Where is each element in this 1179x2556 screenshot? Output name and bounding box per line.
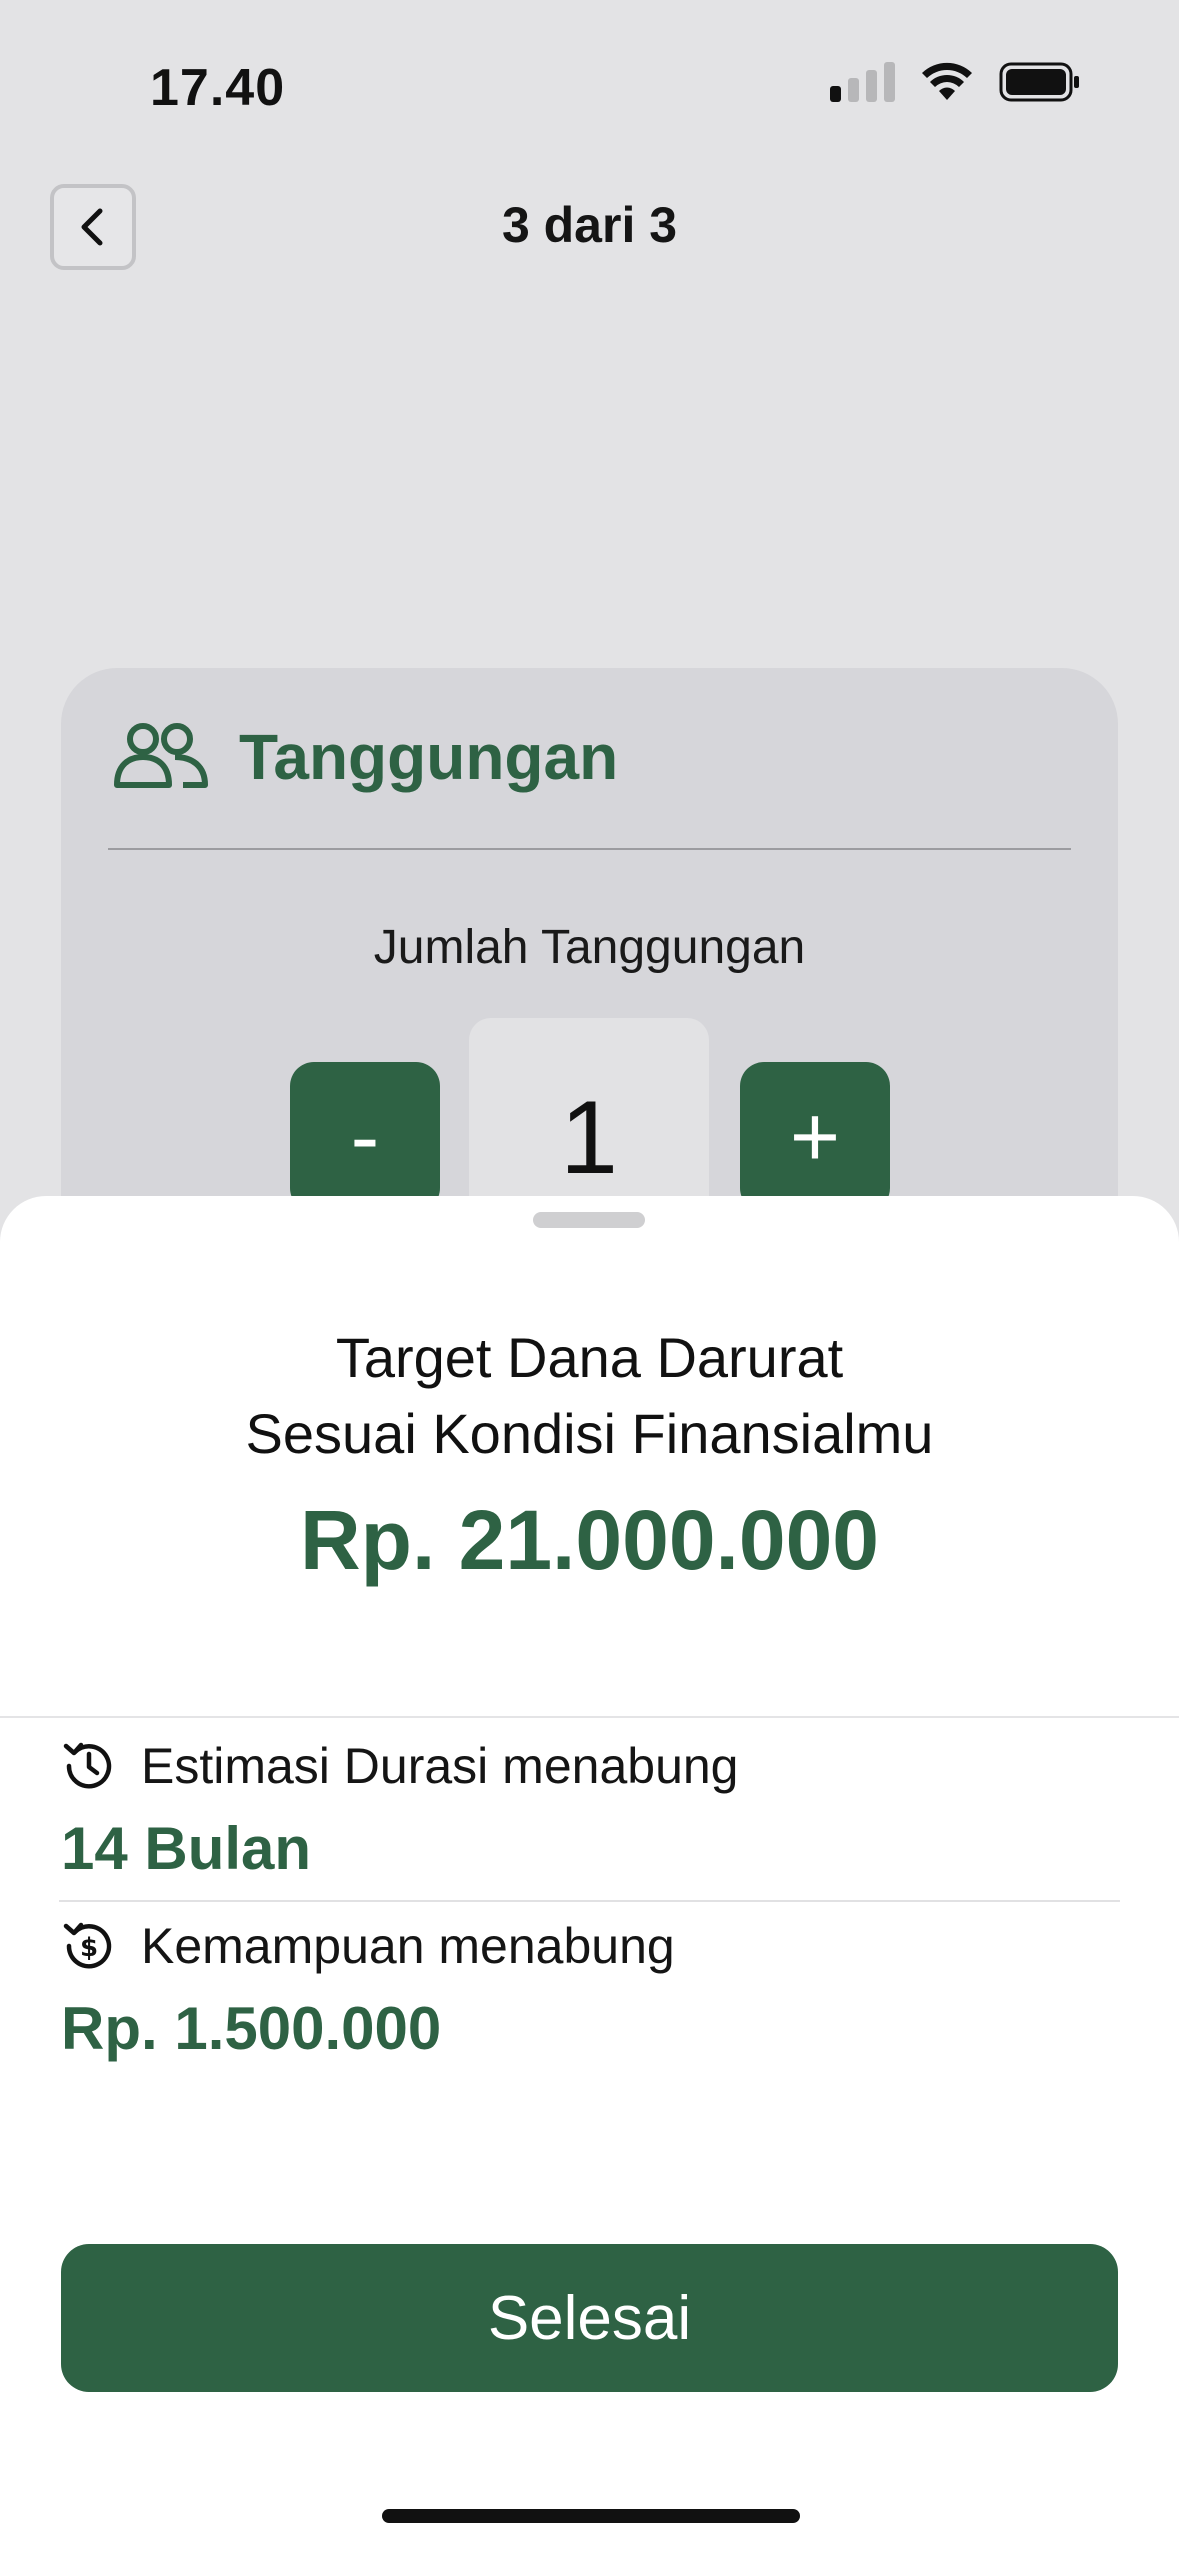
duration-label: Estimasi Durasi menabung: [141, 1738, 739, 1794]
status-time: 17.40: [150, 59, 286, 117]
sheet-heading-line1: Target Dana Darurat: [335, 1326, 844, 1389]
row-divider: [59, 1900, 1120, 1902]
home-indicator: [382, 2509, 800, 2523]
history-clock-icon: [63, 1742, 112, 1789]
wifi-icon: [922, 62, 972, 100]
svg-text:$: $: [80, 1933, 98, 1963]
status-icons: [830, 62, 1081, 102]
card-header: Tanggungan: [113, 720, 618, 794]
step-title: 3 dari 3: [501, 197, 678, 253]
people-icon: [114, 723, 208, 788]
sheet-heading-line2: Sesuai Kondisi Finansialmu: [245, 1402, 934, 1465]
screen: 17.40 3 dari 3 Tanggungan Jumlah Tanggun…: [0, 0, 1179, 2556]
finish-button[interactable]: Selesai: [61, 2244, 1118, 2392]
decrement-button[interactable]: -: [290, 1062, 440, 1212]
cellular-signal-icon: [830, 62, 895, 102]
ability-value: Rp. 1.500.000: [61, 1995, 442, 2062]
money-cycle-icon: $: [63, 1922, 112, 1969]
result-sheet: Target Dana Darurat Sesuai Kondisi Finan…: [0, 1196, 1179, 2556]
target-amount: Rp. 21.000.000: [299, 1493, 880, 1587]
sheet-heading: Target Dana Darurat Sesuai Kondisi Finan…: [0, 1320, 1179, 1472]
battery-icon: [999, 62, 1079, 102]
duration-row: Estimasi Durasi menabung: [59, 1736, 739, 1796]
card-title: Tanggungan: [239, 721, 619, 793]
card-divider: [108, 848, 1071, 850]
dependents-count-label: Jumlah Tanggungan: [373, 921, 806, 974]
duration-value: 14 Bulan: [61, 1815, 312, 1882]
sheet-divider: [0, 1716, 1179, 1718]
ability-label: Kemampuan menabung: [141, 1918, 675, 1974]
sheet-grabber[interactable]: [533, 1212, 645, 1228]
increment-button[interactable]: +: [740, 1062, 890, 1212]
ability-row: $ Kemampuan menabung: [59, 1916, 675, 1976]
